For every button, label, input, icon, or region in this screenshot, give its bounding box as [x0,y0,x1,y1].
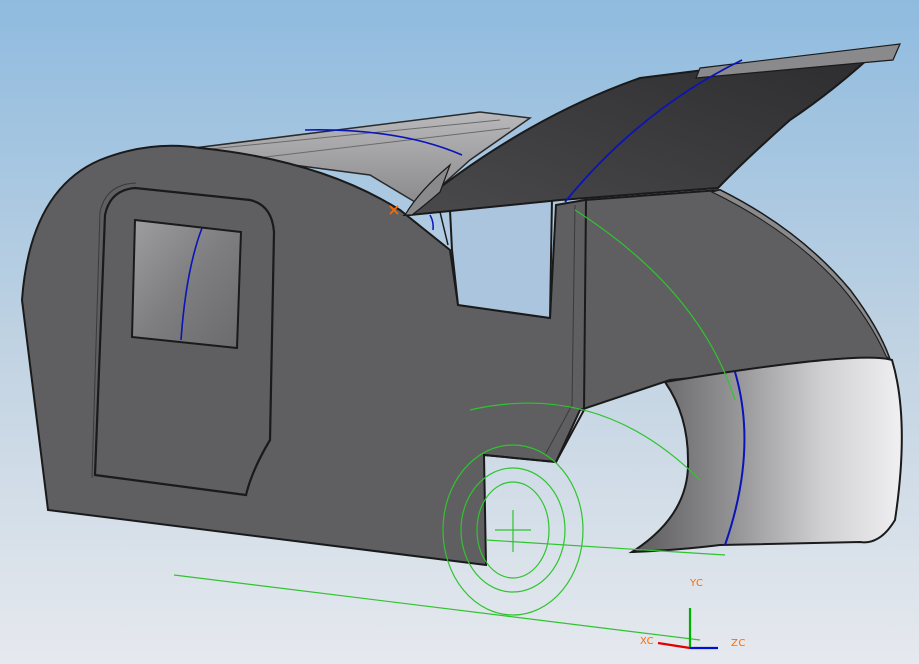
triad-xc-label: XC [640,636,655,647]
triad-yc-label: YC [690,578,704,589]
side-window-opening[interactable] [448,196,554,320]
cad-viewport[interactable] [0,0,919,664]
triad-zc-label: ZC [731,638,746,649]
door-window[interactable] [130,218,243,350]
